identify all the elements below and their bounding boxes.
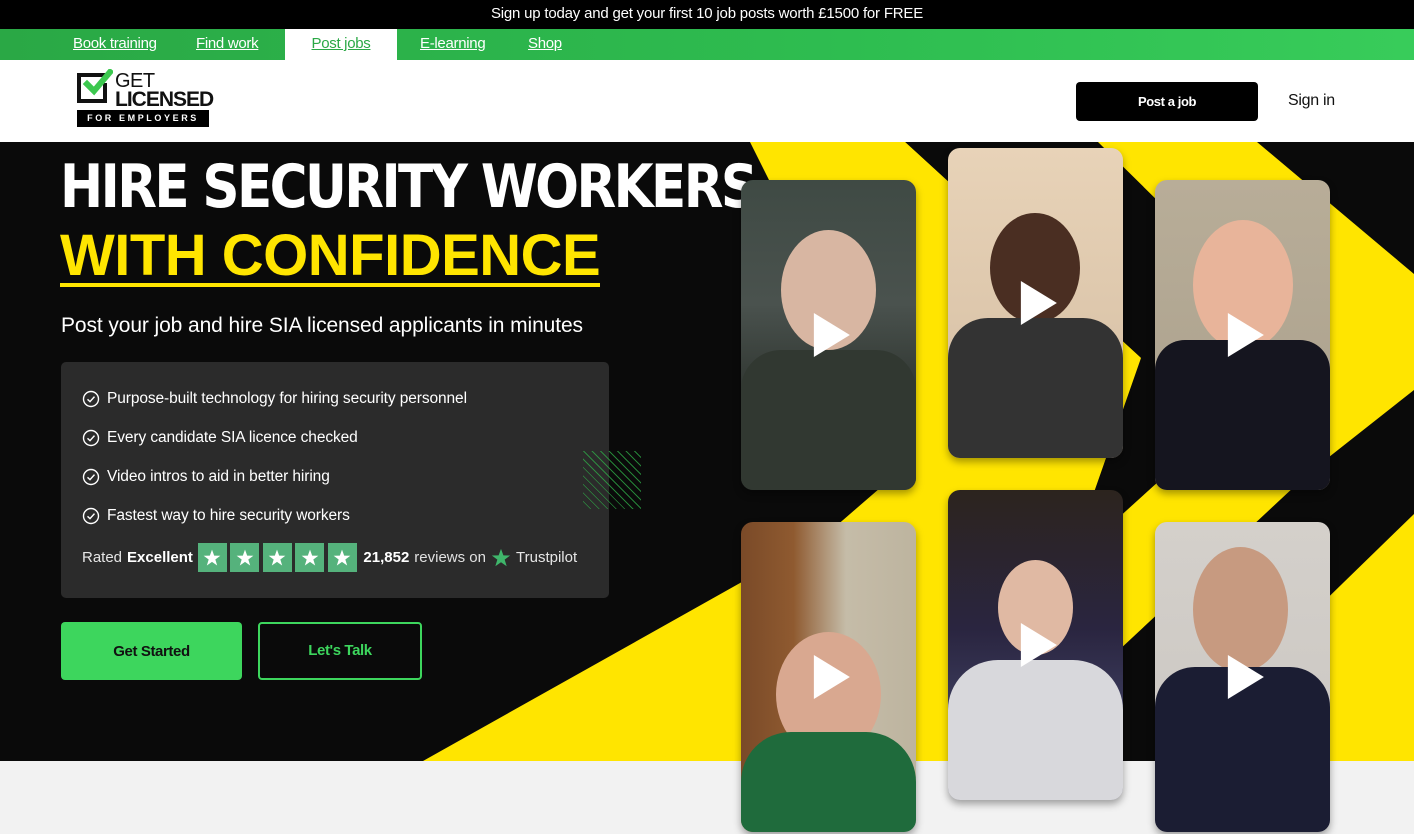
star-icon <box>295 543 325 572</box>
nav-find-work[interactable]: Find work <box>196 29 259 60</box>
check-circle-icon <box>82 468 100 486</box>
feature-item: Fastest way to hire security workers <box>82 507 350 525</box>
hatched-decoration <box>583 451 641 509</box>
check-circle-icon <box>82 429 100 447</box>
lets-talk-button[interactable]: Let's Talk <box>258 622 422 680</box>
rating-word: Excellent <box>127 549 193 566</box>
get-started-button[interactable]: Get Started <box>61 622 242 680</box>
play-icon[interactable] <box>813 313 850 357</box>
candidate-shirt <box>948 660 1123 800</box>
hero-subtitle: Post your job and hire SIA licensed appl… <box>61 314 583 337</box>
nav-book-training[interactable]: Book training <box>73 29 157 60</box>
review-count: 21,852 <box>363 549 410 566</box>
reviews-on-label: reviews on <box>414 549 486 566</box>
feature-item: Video intros to aid in better hiring <box>82 468 330 486</box>
star-icon <box>230 543 260 572</box>
candidate-video-4[interactable] <box>741 522 916 832</box>
candidate-video-5[interactable] <box>948 490 1123 800</box>
star-icon <box>197 543 227 572</box>
play-icon[interactable] <box>1227 313 1264 357</box>
play-icon[interactable] <box>813 655 850 699</box>
hero-title-highlight: WITH CONFIDENCE <box>60 223 601 288</box>
feature-text: Video intros to aid in better hiring <box>107 468 330 485</box>
candidate-jacket <box>1155 340 1330 490</box>
logo-tagline: FOR EMPLOYERS <box>77 110 209 127</box>
candidate-video-6[interactable] <box>1155 522 1330 832</box>
trustpilot-star-icon <box>491 548 511 566</box>
rated-label: Rated <box>82 549 123 566</box>
check-circle-icon <box>82 507 100 525</box>
candidate-video-3[interactable] <box>1155 180 1330 490</box>
nav-shop[interactable]: Shop <box>528 29 562 60</box>
candidate-video-2[interactable] <box>948 148 1123 458</box>
play-icon[interactable] <box>1227 655 1264 699</box>
check-circle-icon <box>82 390 100 408</box>
sign-in-link[interactable]: Sign in <box>1288 92 1335 110</box>
nav-e-learning[interactable]: E-learning <box>420 29 486 60</box>
star-icon <box>327 543 357 572</box>
feature-item: Purpose-built technology for hiring secu… <box>82 390 467 408</box>
promo-banner[interactable]: Sign up today and get your first 10 job … <box>0 0 1414 29</box>
checkmark-icon <box>83 69 113 96</box>
candidate-shirt <box>741 732 916 832</box>
candidate-jacket <box>948 318 1123 458</box>
logo-text-licensed: LICENSED <box>115 88 214 111</box>
features-panel: Purpose-built technology for hiring secu… <box>61 362 609 598</box>
candidate-face <box>1193 547 1288 672</box>
hero-title: HIRE SECURITY WORKERS <box>60 152 758 222</box>
feature-text: Every candidate SIA licence checked <box>107 429 358 446</box>
play-icon[interactable] <box>1020 623 1057 667</box>
post-a-job-button[interactable]: Post a job <box>1076 82 1258 121</box>
trustpilot-label: Trustpilot <box>516 549 578 566</box>
top-nav: Book training Find work Post jobs E-lear… <box>0 29 1414 60</box>
feature-text: Purpose-built technology for hiring secu… <box>107 390 467 407</box>
play-icon[interactable] <box>1020 281 1057 325</box>
logo[interactable]: GET LICENSED FOR EMPLOYERS <box>77 69 214 130</box>
trustpilot-rating[interactable]: Rated Excellent 21,852 reviews on Trustp… <box>82 543 577 572</box>
feature-item: Every candidate SIA licence checked <box>82 429 358 447</box>
feature-text: Fastest way to hire security workers <box>107 507 350 524</box>
candidate-jacket <box>741 350 916 490</box>
site-header: GET LICENSED FOR EMPLOYERS Post a job Si… <box>0 60 1414 142</box>
candidate-video-1[interactable] <box>741 180 916 490</box>
nav-post-jobs[interactable]: Post jobs <box>285 29 397 60</box>
star-icon <box>262 543 292 572</box>
